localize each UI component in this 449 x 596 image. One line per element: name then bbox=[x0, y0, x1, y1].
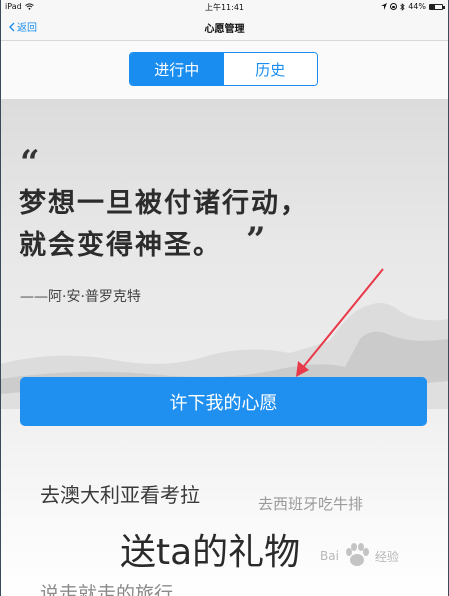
battery-icon bbox=[429, 3, 445, 10]
paw-logo-icon bbox=[345, 543, 369, 566]
hero-banner: “ 梦想一旦被付诸行动， 就会变得神圣。 ” ——阿·安·普罗克特 许下我的心愿… bbox=[0, 99, 449, 596]
open-quote-mark: “ bbox=[20, 143, 40, 183]
tab-in-progress[interactable]: 进行中 bbox=[130, 53, 224, 85]
status-right: 44% bbox=[381, 2, 445, 11]
wish-tag-koala[interactable]: 去澳大利亚看考拉 bbox=[40, 479, 200, 508]
status-bar: iPad 上午11:41 44% bbox=[0, 0, 449, 14]
bluetooth-icon bbox=[400, 2, 405, 11]
watermark-text: 经验 bbox=[374, 549, 399, 564]
wish-tag-travel[interactable]: 说走就走的旅行 bbox=[40, 579, 173, 596]
quote-author: ——阿·安·普罗克特 bbox=[20, 289, 141, 305]
wish-tag-gift[interactable]: 送ta的礼物 bbox=[120, 523, 300, 575]
wish-tag-steak[interactable]: 去西班牙吃牛排 bbox=[258, 493, 363, 514]
battery-percent: 44% bbox=[408, 2, 426, 11]
lock-rotation-icon bbox=[390, 3, 398, 10]
nav-bar: 返回 心愿管理 bbox=[0, 14, 449, 41]
tab-history[interactable]: 历史 bbox=[223, 53, 317, 85]
segment-bar: 进行中 历史 bbox=[0, 41, 449, 99]
location-icon bbox=[381, 3, 388, 10]
watermark-brand: Bai bbox=[320, 549, 339, 563]
segmented-control: 进行中 历史 bbox=[129, 52, 318, 86]
close-quote-mark: ” bbox=[246, 220, 266, 260]
quote-line-2: 就会变得神圣。 bbox=[19, 230, 222, 261]
make-wish-button[interactable]: 许下我的心愿 bbox=[20, 377, 427, 426]
watermark: Bai 经验 bbox=[320, 541, 399, 571]
page-title: 心愿管理 bbox=[204, 24, 245, 35]
quote-line-1: 梦想一旦被付诸行动， bbox=[19, 188, 309, 219]
